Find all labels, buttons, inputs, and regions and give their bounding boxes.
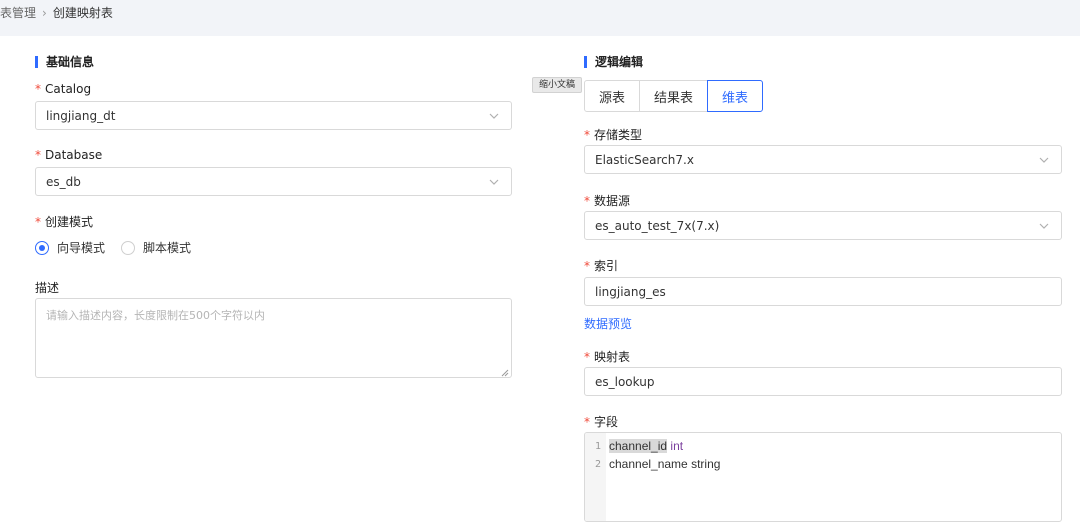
data-preview-link[interactable]: 数据预览: [584, 315, 632, 332]
description-label-text: 描述: [35, 281, 60, 295]
data-source-value: es_auto_test_7x(7.x): [595, 218, 720, 233]
radio-option-wizard[interactable]: 向导模式: [35, 239, 105, 256]
index-input[interactable]: lingjiang_es: [584, 277, 1062, 306]
section-title-text: 逻辑编辑: [595, 55, 644, 69]
field-name: channel_id: [609, 439, 668, 453]
database-select[interactable]: es_db: [35, 167, 512, 196]
description-label: 描述: [35, 279, 59, 296]
section-title-text: 基础信息: [46, 55, 95, 69]
section-marker: [584, 55, 587, 68]
data-source-label: * 数据源: [584, 192, 630, 209]
database-value: es_db: [46, 174, 81, 189]
radio-checked-icon[interactable]: [35, 240, 49, 255]
fields-code-editor[interactable]: 1 channel_id int 2 channel_name string: [584, 432, 1062, 522]
field-name: channel_name: [609, 457, 688, 471]
code-line: 2 channel_name string: [585, 455, 720, 473]
create-mode-label: * 创建模式: [35, 213, 93, 230]
required-mark: *: [584, 415, 590, 429]
radio-label-script: 脚本模式: [143, 241, 192, 255]
table-type-tabs: 源表 结果表 维表: [584, 80, 764, 112]
create-mode-radio-group: 向导模式 脚本模式: [35, 239, 207, 256]
storage-type-label: * 存储类型: [584, 126, 642, 143]
mapping-table-input[interactable]: es_lookup: [584, 367, 1062, 396]
code-text: channel_name string: [606, 457, 720, 471]
radio-label-wizard: 向导模式: [57, 241, 106, 255]
field-type: string: [691, 457, 721, 471]
database-label-text: Database: [45, 148, 103, 162]
catalog-label: * Catalog: [35, 82, 91, 96]
catalog-label-text: Catalog: [45, 82, 92, 96]
chevron-down-icon: [1037, 153, 1051, 167]
radio-option-script[interactable]: 脚本模式: [121, 239, 191, 256]
required-mark: *: [35, 148, 41, 162]
top-bar: 表管理 › 创建映射表: [0, 0, 1080, 36]
logic-edit-title: 逻辑编辑: [584, 53, 643, 70]
mapping-table-label-text: 映射表: [594, 350, 631, 364]
data-source-select[interactable]: es_auto_test_7x(7.x): [584, 211, 1062, 240]
database-label: * Database: [35, 148, 102, 162]
index-value: lingjiang_es: [595, 284, 666, 299]
field-type: int: [670, 439, 684, 453]
index-label-text: 索引: [594, 259, 619, 273]
section-marker: [35, 55, 38, 68]
radio-unchecked-icon[interactable]: [121, 240, 136, 255]
fields-label: * 字段: [584, 413, 618, 430]
line-number: 2: [594, 458, 601, 470]
storage-type-select[interactable]: ElasticSearch7.x: [584, 145, 1062, 174]
code-text: channel_id int: [606, 439, 683, 453]
tab-source-table[interactable]: 源表: [584, 80, 641, 112]
index-label: * 索引: [584, 257, 618, 274]
tooltip: 缩小文稿: [532, 77, 583, 93]
line-number: 1: [594, 440, 601, 452]
resize-handle-icon[interactable]: [501, 367, 509, 377]
mapping-table-label: * 映射表: [584, 348, 630, 365]
description-textarea[interactable]: 请输入描述内容，长度限制在500个字符以内: [35, 298, 512, 378]
breadcrumb-separator-icon: ›: [42, 6, 47, 20]
create-mode-label-text: 创建模式: [45, 215, 94, 229]
required-mark: *: [584, 350, 590, 364]
tab-dimension-table[interactable]: 维表: [707, 80, 764, 112]
catalog-select[interactable]: lingjiang_dt: [35, 101, 512, 130]
fields-label-text: 字段: [594, 415, 619, 429]
description-placeholder: 请输入描述内容，长度限制在500个字符以内: [46, 309, 265, 322]
chevron-down-icon: [1037, 219, 1051, 233]
data-source-label-text: 数据源: [594, 194, 631, 208]
catalog-value: lingjiang_dt: [46, 108, 116, 123]
code-line: 1 channel_id int: [585, 437, 683, 455]
basic-info-title: 基础信息: [35, 53, 94, 70]
tab-result-table[interactable]: 结果表: [639, 80, 709, 112]
required-mark: *: [584, 194, 590, 208]
required-mark: *: [584, 259, 590, 273]
breadcrumb-current: 创建映射表: [52, 6, 113, 20]
chevron-down-icon: [487, 175, 501, 189]
breadcrumb: 表管理 › 创建映射表: [0, 4, 113, 22]
required-mark: *: [35, 215, 41, 229]
breadcrumb-prev[interactable]: 表管理: [0, 4, 36, 22]
mapping-table-value: es_lookup: [595, 374, 655, 389]
required-mark: *: [35, 82, 41, 96]
storage-type-label-text: 存储类型: [594, 128, 643, 142]
storage-type-value: ElasticSearch7.x: [595, 152, 694, 167]
required-mark: *: [584, 128, 590, 142]
chevron-down-icon: [487, 109, 501, 123]
